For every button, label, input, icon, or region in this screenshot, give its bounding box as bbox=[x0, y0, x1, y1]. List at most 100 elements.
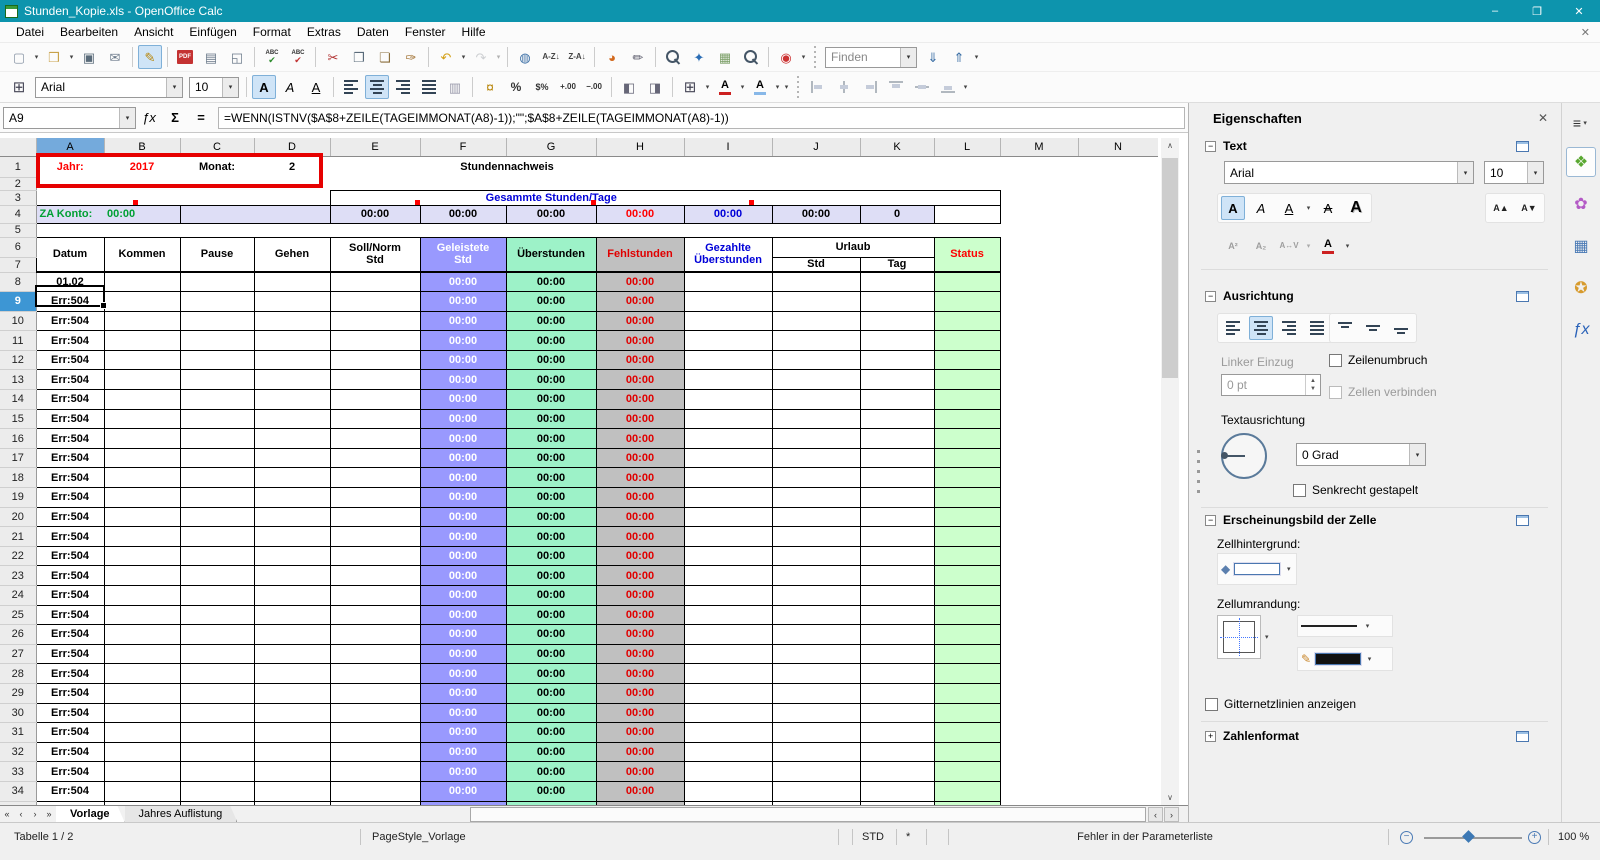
cell-G33[interactable]: 00:00 bbox=[505, 761, 597, 782]
column-header-N[interactable]: N bbox=[1078, 138, 1158, 157]
border-preset-button[interactable] bbox=[1217, 615, 1261, 659]
cell-K24[interactable] bbox=[859, 585, 935, 606]
row-header-23[interactable]: 23 bbox=[0, 565, 37, 586]
cell-B10[interactable] bbox=[103, 310, 181, 332]
header-datum[interactable]: Datum bbox=[35, 236, 105, 273]
cell-J3[interactable] bbox=[772, 189, 1001, 205]
bold-icon[interactable]: A bbox=[252, 75, 276, 99]
cell-C23[interactable] bbox=[179, 565, 255, 586]
cell-B16[interactable] bbox=[103, 428, 181, 449]
cell-G9[interactable]: 00:00 bbox=[505, 291, 597, 312]
row-header-32[interactable]: 32 bbox=[0, 742, 37, 763]
sb-strikethrough-icon[interactable]: A bbox=[1316, 196, 1340, 220]
cell-L29[interactable] bbox=[933, 682, 1001, 704]
cell-F4[interactable]: 00:00 bbox=[419, 204, 507, 224]
cell-E18[interactable] bbox=[329, 467, 421, 489]
cell-B34[interactable] bbox=[103, 780, 181, 802]
cell-M30[interactable] bbox=[1000, 703, 1078, 723]
cell-I22[interactable] bbox=[683, 545, 773, 567]
sb-italic-icon[interactable]: A bbox=[1249, 196, 1273, 220]
formula-input[interactable]: =WENN(ISTNV($A$8+ZEILE(TAGEIMMONAT(A8)-1… bbox=[218, 106, 1185, 129]
cell-M21[interactable] bbox=[1000, 527, 1078, 547]
cell-L33[interactable] bbox=[933, 761, 1001, 782]
cell-L23[interactable] bbox=[933, 565, 1001, 586]
cell-A24[interactable]: Err:504 bbox=[35, 585, 105, 606]
sb-decrease-font-icon[interactable]: A▼ bbox=[1517, 196, 1541, 220]
cell-K11[interactable] bbox=[859, 330, 935, 351]
border-preset-arrow[interactable]: ▾ bbox=[1265, 633, 1269, 641]
cell-G34[interactable]: 00:00 bbox=[505, 780, 597, 802]
sidebar-font-name[interactable]: Arial ▾ bbox=[1224, 161, 1474, 184]
cell-A3[interactable] bbox=[36, 190, 330, 205]
select-all-corner[interactable] bbox=[0, 138, 37, 157]
cell-section-dialog-icon[interactable] bbox=[1516, 515, 1529, 526]
new-document-dropdown[interactable]: ▾ bbox=[32, 45, 41, 69]
cell-L15[interactable] bbox=[933, 408, 1001, 430]
cell-B26[interactable] bbox=[103, 624, 181, 645]
cell-E34[interactable] bbox=[329, 780, 421, 802]
cell-C29[interactable] bbox=[179, 682, 255, 704]
cell-G30[interactable]: 00:00 bbox=[505, 702, 597, 724]
export-pdf-icon[interactable]: PDF bbox=[173, 45, 197, 69]
cell-G17[interactable]: 00:00 bbox=[505, 447, 597, 469]
zoom-out-icon[interactable]: − bbox=[1400, 831, 1413, 844]
expand-icon[interactable]: + bbox=[1205, 730, 1216, 742]
cell-G19[interactable]: 00:00 bbox=[505, 487, 597, 508]
header-fehlstunden[interactable]: Fehlstunden bbox=[595, 236, 685, 273]
cell-F29[interactable]: 00:00 bbox=[419, 682, 507, 704]
cell-E17[interactable] bbox=[329, 447, 421, 469]
cell-I9[interactable] bbox=[683, 291, 773, 312]
cell-E23[interactable] bbox=[329, 565, 421, 586]
cell-B14[interactable] bbox=[103, 389, 181, 410]
zoom-slider-thumb[interactable] bbox=[1462, 830, 1475, 843]
collapse-icon[interactable]: − bbox=[1205, 140, 1216, 152]
cell-A22[interactable]: Err:504 bbox=[35, 545, 105, 567]
find-replace-icon[interactable] bbox=[661, 45, 685, 69]
cell-L28[interactable] bbox=[933, 663, 1001, 684]
sheet-tab-vorlage[interactable]: Vorlage bbox=[56, 806, 125, 822]
text-rotation-dial[interactable] bbox=[1221, 433, 1267, 479]
font-color-icon[interactable]: A bbox=[713, 75, 737, 99]
cell-J21[interactable] bbox=[771, 526, 861, 547]
cell-A27[interactable]: Err:504 bbox=[35, 643, 105, 665]
navigator-icon[interactable]: ✦ bbox=[687, 45, 711, 69]
sb-align-left-icon[interactable] bbox=[1221, 316, 1245, 340]
cell-K26[interactable] bbox=[859, 624, 935, 645]
cell-D32[interactable] bbox=[253, 741, 331, 763]
cell-K12[interactable] bbox=[859, 349, 935, 371]
help-icon[interactable]: ◉ bbox=[774, 45, 798, 69]
cell-D19[interactable] bbox=[253, 487, 331, 508]
cell-L22[interactable] bbox=[933, 545, 1001, 567]
background-color-dropdown[interactable]: ▾ bbox=[773, 75, 782, 99]
cut-icon[interactable]: ✂ bbox=[321, 45, 345, 69]
background-color-icon[interactable]: A bbox=[748, 75, 772, 99]
cell-I23[interactable] bbox=[683, 565, 773, 586]
cell-I27[interactable] bbox=[683, 643, 773, 665]
cell-C31[interactable] bbox=[179, 722, 255, 743]
number-section-dialog-icon[interactable] bbox=[1516, 731, 1529, 742]
cell-C13[interactable] bbox=[179, 369, 255, 391]
cell-H25[interactable]: 00:00 bbox=[595, 604, 685, 626]
last-sheet-icon[interactable]: » bbox=[42, 806, 56, 822]
cell-N13[interactable] bbox=[1078, 370, 1158, 390]
cell-N34[interactable] bbox=[1078, 781, 1158, 801]
text-section-header[interactable]: − Text bbox=[1205, 139, 1247, 153]
cell-A14[interactable]: Err:504 bbox=[35, 389, 105, 410]
cell-F28[interactable]: 00:00 bbox=[419, 663, 507, 684]
cell-N9[interactable] bbox=[1078, 292, 1158, 312]
row-header-22[interactable]: 22 bbox=[0, 546, 37, 567]
cell-M4[interactable] bbox=[1000, 205, 1158, 223]
cell-K8[interactable] bbox=[859, 271, 935, 293]
cell-M19[interactable] bbox=[1000, 488, 1078, 508]
number-format-section-header[interactable]: + Zahlenformat bbox=[1205, 729, 1299, 743]
find-toolbar-more[interactable]: ▾ bbox=[972, 45, 981, 69]
cell-F11[interactable]: 00:00 bbox=[419, 330, 507, 351]
cell-I11[interactable] bbox=[683, 330, 773, 351]
find-down-icon[interactable]: ⇓ bbox=[921, 45, 945, 69]
cell-H19[interactable]: 00:00 bbox=[595, 487, 685, 508]
sidebar-deck-icon[interactable]: ⊞ bbox=[7, 75, 31, 99]
cell-M14[interactable] bbox=[1000, 390, 1078, 410]
cell-C19[interactable] bbox=[179, 487, 255, 508]
cell-D28[interactable] bbox=[253, 663, 331, 684]
cell-F13[interactable]: 00:00 bbox=[419, 369, 507, 391]
